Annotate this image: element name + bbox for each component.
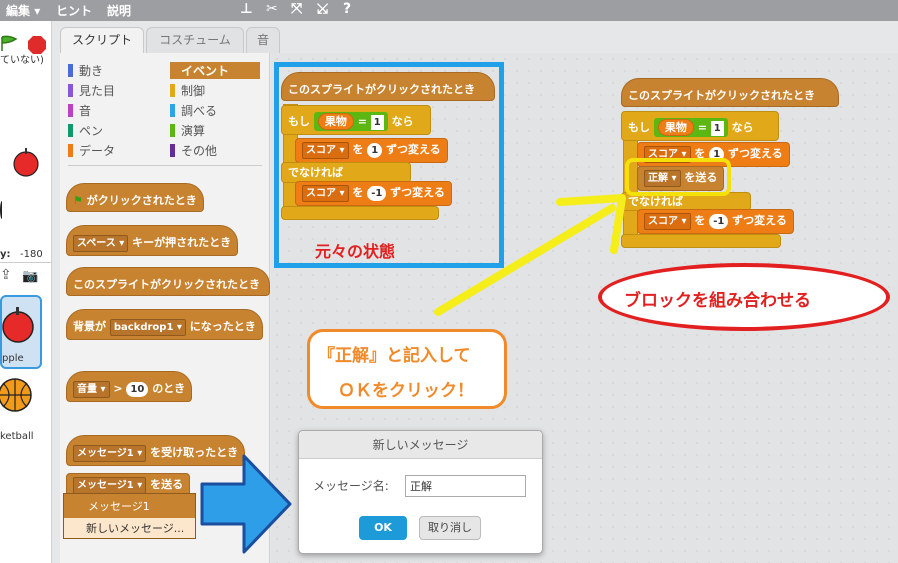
cut-scissors-icon[interactable]: ✂ [266,1,278,17]
menu-item-message1[interactable]: メッセージ1 [88,498,150,514]
palette-divider [68,165,262,166]
when-flag-clicked-block[interactable]: ⚑ がクリックされたとき [66,183,204,212]
sprite-thumb-basketball[interactable]: ketball [0,373,42,447]
category-operators[interactable]: 演算 [170,122,205,139]
category-sound[interactable]: 音 [68,102,91,119]
right-equals-operator[interactable]: 果物 = 1 [653,118,728,137]
message-name-label: メッセージ名: [313,479,389,493]
swatch-events [170,64,175,77]
right-change-value-2[interactable]: -1 [709,214,729,229]
message-name-input[interactable]: 正解 [405,475,526,497]
new-message-dialog: 新しいメッセージ メッセージ名: 正解 OK 取り消し [298,430,543,554]
upload-sprite-icon[interactable]: ⇪ [0,267,12,283]
menu-explain[interactable]: 説明 [107,2,131,19]
loudness-dropdown[interactable]: 音量 ▾ [73,381,110,398]
swatch-control [170,84,175,97]
menu-bar: 編集 ▾ ヒント 説明 ⊥ ✂ ⤧ ⤩ ? [0,0,898,21]
category-control[interactable]: 制御 [170,82,205,99]
sprite-name-basketball: ketball [0,431,34,442]
tab-costumes[interactable]: コスチューム [146,27,244,53]
menu-hint[interactable]: ヒント [56,2,92,19]
right-var-fruit[interactable]: 果物 [657,119,694,136]
right-eq-value[interactable]: 1 [710,121,724,136]
instruction-line-1: 『正解』と記入して [318,346,471,366]
cancel-button[interactable]: 取り消し [419,516,481,540]
menu-edit[interactable]: 編集 ▾ [6,2,40,19]
combine-blocks-note: ブロックを組み合わせる [598,263,890,331]
dialog-title: 新しいメッセージ [299,431,542,459]
message-dropdown-menu: メッセージ1 新しいメッセージ... [63,493,196,539]
swatch-pen [68,124,73,137]
category-looks[interactable]: 見た目 [68,82,115,99]
swatch-operators [170,124,175,137]
category-pen[interactable]: ペン [68,122,103,139]
swatch-sensing [170,104,175,117]
divider [0,262,52,263]
when-key-pressed-block[interactable]: スペース ▾ キーが押されたとき [66,225,239,256]
sprite-thumb-apple[interactable]: pple [0,295,42,369]
category-motion[interactable]: 動き [68,62,103,79]
swatch-looks [68,84,73,97]
menu-item-new-message[interactable]: 新しいメッセージ... [64,518,195,538]
category-sensing[interactable]: 調べる [170,102,217,119]
right-score-dropdown-2[interactable]: スコア ▾ [644,213,691,230]
tab-sounds[interactable]: 音 [246,27,280,53]
when-backdrop-switches-block[interactable]: 背景が backdrop1 ▾ になったとき [66,309,263,340]
ok-button[interactable]: OK [359,516,407,540]
green-flag-icon[interactable] [0,35,20,51]
right-if-else-block[interactable]: もし 果物 = 1 なら [621,111,779,141]
yellow-arrow-icon [434,194,626,316]
original-state-label: 元々の状態 [315,242,396,261]
y-label: y: [0,249,11,260]
y-value: -180 [20,249,43,260]
right-change-score-2[interactable]: スコア ▾ を -1 ずつ変える [637,209,794,234]
help-icon[interactable]: ? [343,1,351,17]
swatch-more [170,144,175,157]
grow-icon[interactable]: ⤧ [291,1,302,17]
broadcast-highlight-box [625,158,731,196]
camera-icon[interactable]: 📷 [22,269,38,284]
right-if-else-bottom [621,234,781,248]
category-more[interactable]: その他 [170,142,217,159]
swatch-sound [68,104,73,117]
blue-arrow-icon [200,454,292,554]
backdrop-dropdown[interactable]: backdrop1 ▾ [109,319,186,336]
shrink-icon[interactable]: ⤩ [317,1,328,17]
basketball-edge [0,201,4,219]
category-data[interactable]: データ [68,142,115,159]
when-loudness-block[interactable]: 音量 ▾ > 10 のとき [66,371,193,402]
key-dropdown[interactable]: スペース ▾ [73,235,129,252]
apple-icon [2,307,34,343]
message-dropdown[interactable]: メッセージ1 ▾ [73,445,147,462]
duplicate-stamp-icon[interactable]: ⊥ [240,1,253,17]
right-when-sprite-clicked[interactable]: このスプライトがクリックされたとき [621,78,839,107]
instruction-line-2: ＯＫをクリック！ [338,381,474,401]
basketball-icon [0,378,32,412]
swatch-data [68,144,73,157]
tab-scripts[interactable]: スクリプト [60,27,144,54]
swatch-motion [68,64,73,77]
instruction-note: 『正解』と記入して ＯＫをクリック！ [307,329,507,409]
combine-blocks-text: ブロックを組み合わせる [624,291,811,311]
when-sprite-clicked-block[interactable]: このスプライトがクリックされたとき [66,267,270,296]
category-events[interactable]: イベント [170,62,260,79]
flag-icon: ⚑ [73,194,83,207]
loudness-value[interactable]: 10 [126,382,149,397]
sprite-name-apple: pple [2,353,24,364]
hidden-label: ていない) [0,55,44,66]
apple-sprite-on-stage[interactable] [10,145,42,177]
stage-panel: ていない) y: -180 ⇪ 📷 pple ketball [0,21,52,563]
broadcast-dropdown[interactable]: メッセージ1 ▾ [73,477,147,494]
